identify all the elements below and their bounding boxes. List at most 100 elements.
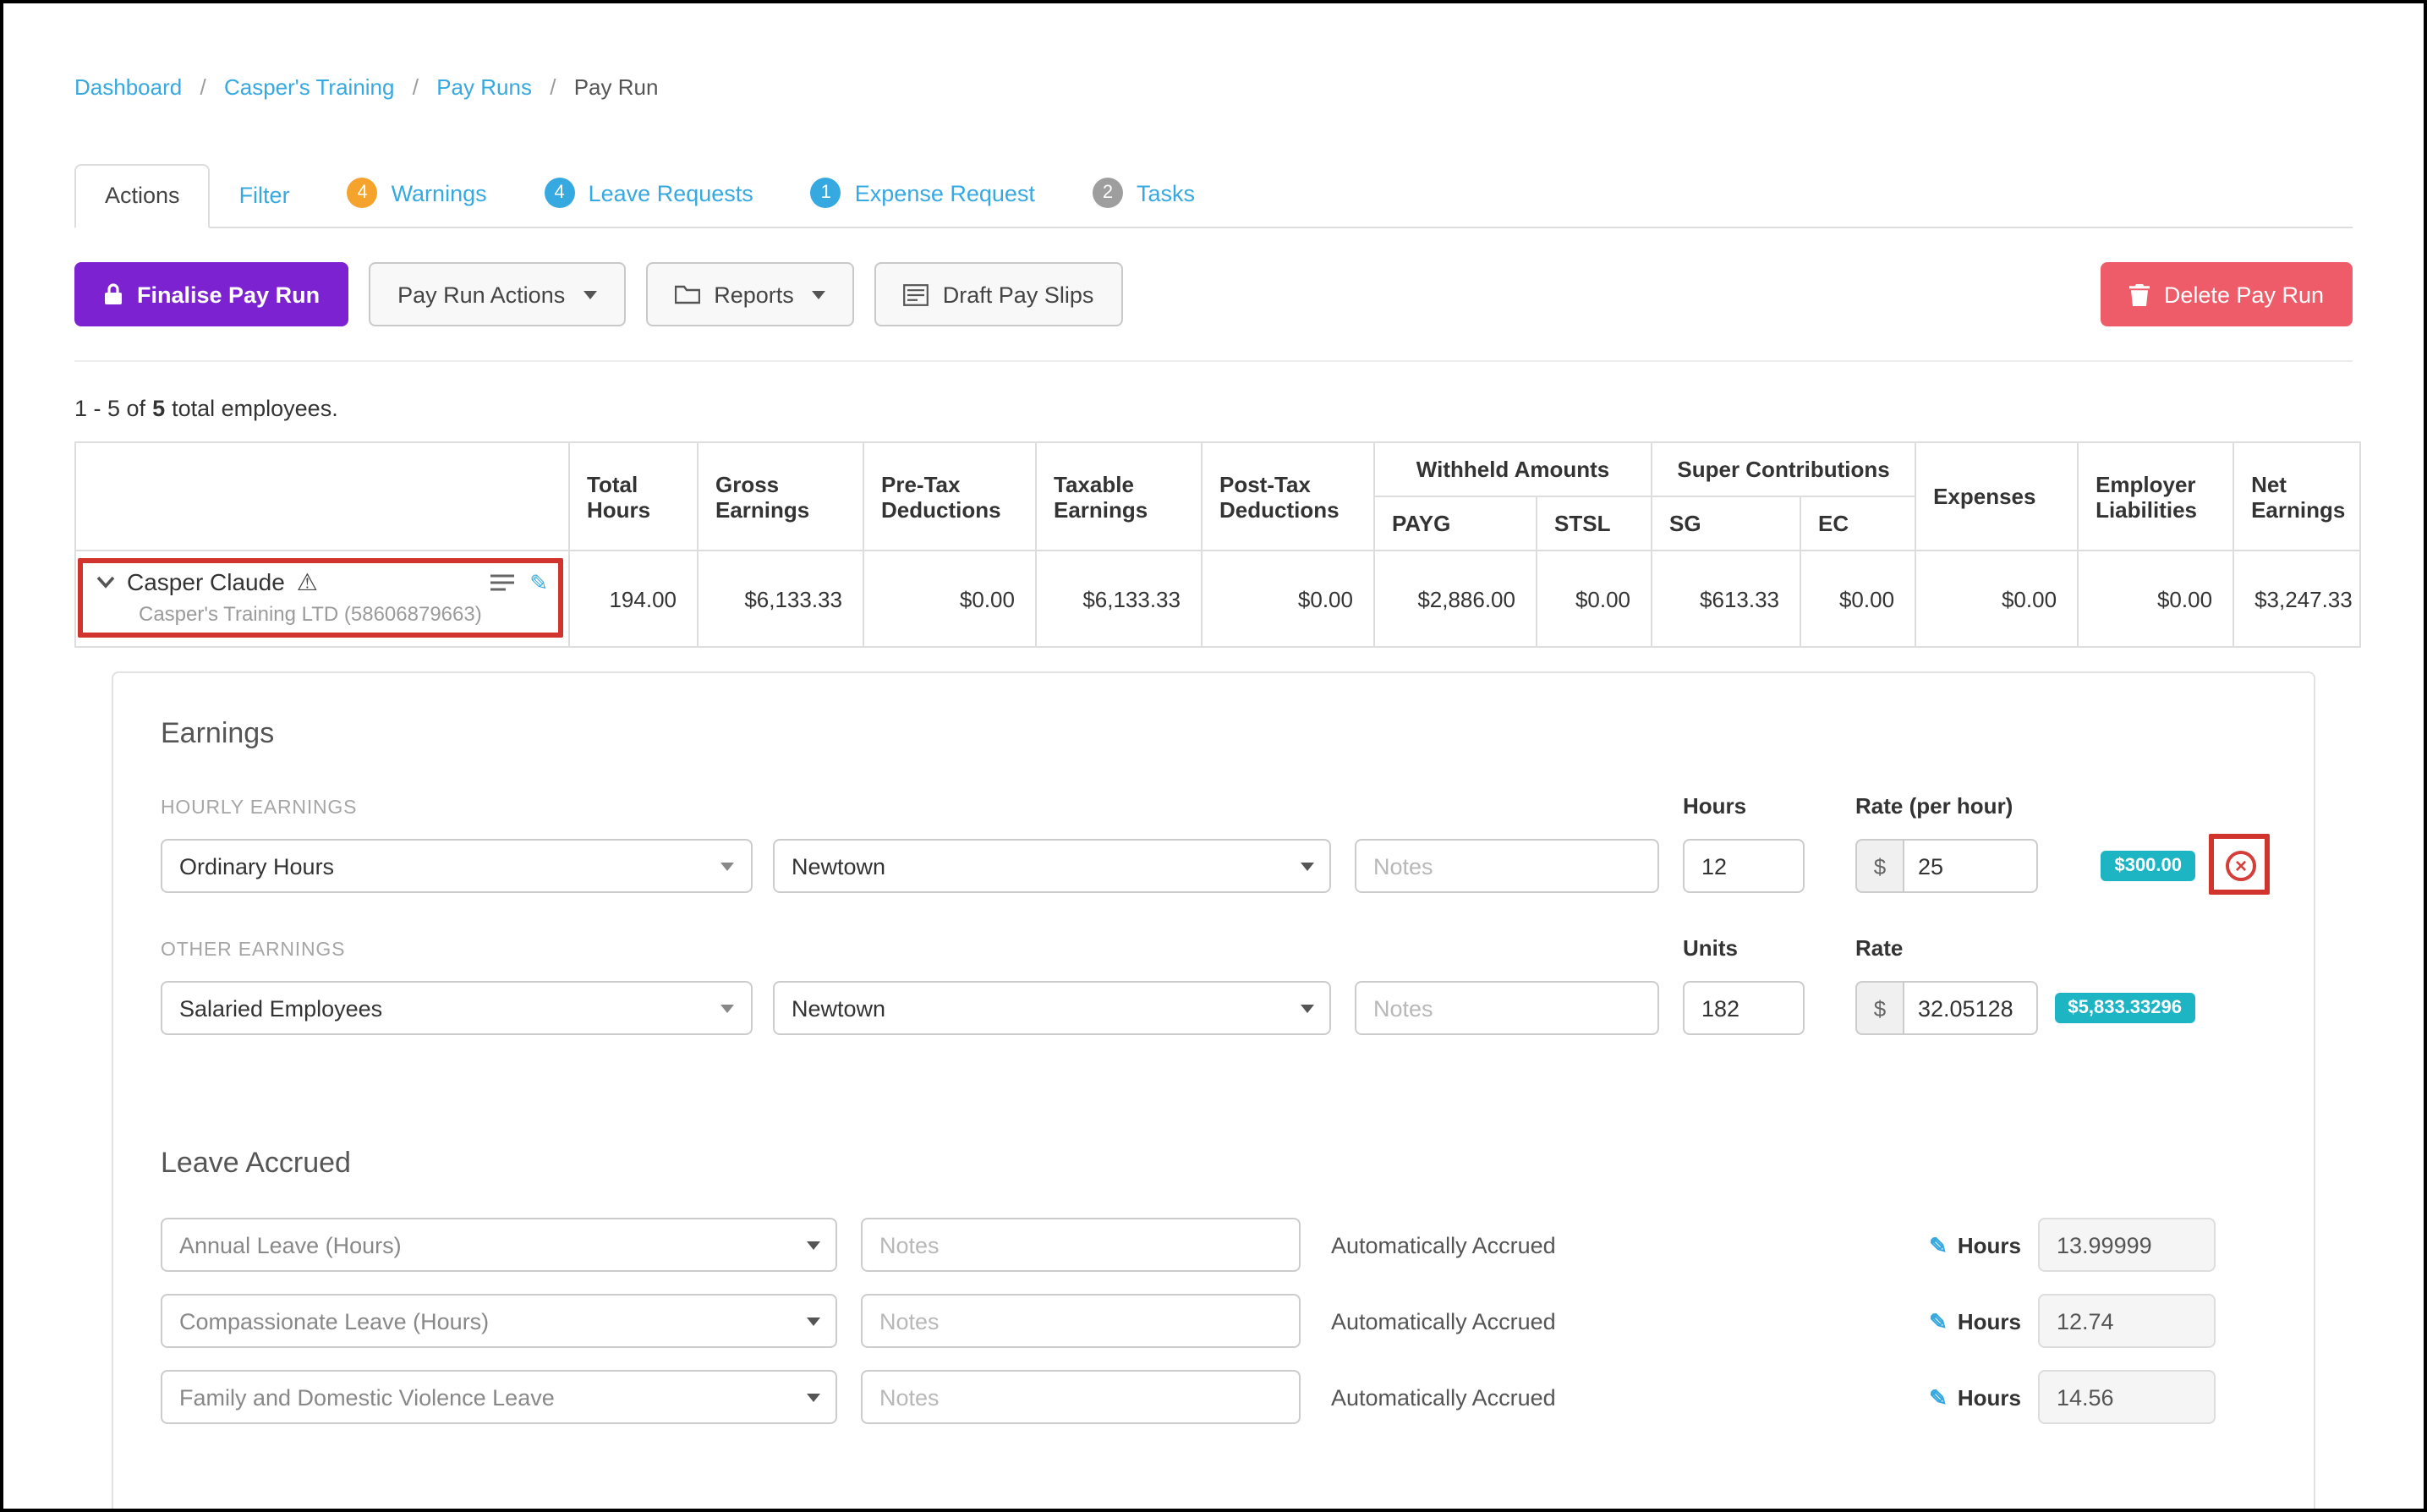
- pre-tax-deductions-header: Pre-Tax Deductions: [863, 442, 1036, 551]
- rate-input[interactable]: [1903, 839, 2038, 893]
- chevron-down-icon: [813, 290, 826, 299]
- leave-notes-input[interactable]: [861, 1370, 1301, 1424]
- units-input[interactable]: [1683, 981, 1805, 1035]
- leave-hours-value[interactable]: [2038, 1294, 2216, 1348]
- employee-name[interactable]: Casper Claude: [127, 568, 285, 595]
- tab-tasks[interactable]: 2 Tasks: [1064, 161, 1224, 227]
- finalise-pay-run-button[interactable]: Finalise Pay Run: [74, 262, 348, 326]
- chevron-down-icon[interactable]: [96, 575, 115, 589]
- gross-earnings-header: Gross Earnings: [698, 442, 863, 551]
- pay-run-actions-button[interactable]: Pay Run Actions: [369, 262, 626, 326]
- rate-input-group: $: [1855, 981, 2038, 1035]
- leave-accrued-row: Compassionate Leave (Hours) Automaticall…: [161, 1294, 2266, 1348]
- tab-filter[interactable]: Filter: [211, 166, 319, 227]
- employer-liabilities-header: Employer Liabilities: [2078, 442, 2233, 551]
- other-earnings-section-label: OTHER EARNINGS: [161, 940, 345, 961]
- lock-icon: [103, 282, 123, 306]
- rate-input-group: $: [1855, 839, 2038, 893]
- earnings-section-title: Earnings: [161, 717, 2266, 751]
- gross-earnings-value: $6,133.33: [698, 551, 863, 647]
- employee-count-summary: 1 - 5 of 5 total employees.: [74, 396, 2353, 421]
- trash-icon: [2130, 283, 2150, 305]
- earning-type-select[interactable]: Ordinary Hours: [161, 839, 753, 893]
- hours-input[interactable]: [1683, 839, 1805, 893]
- rate-column-label: Rate: [1855, 935, 1903, 961]
- employer-liabilities-value: $0.00: [2078, 551, 2233, 647]
- leave-type-select[interactable]: Annual Leave (Hours): [161, 1218, 837, 1272]
- app-window: Dashboard / Casper's Training / Pay Runs…: [0, 0, 2427, 1512]
- edit-pencil-icon[interactable]: ✎: [1929, 1234, 1948, 1256]
- leave-notes-input[interactable]: [861, 1294, 1301, 1348]
- payg-header: PAYG: [1374, 496, 1537, 551]
- sg-value: $613.33: [1652, 551, 1800, 647]
- leave-hours-label: Hours: [1958, 1232, 2021, 1257]
- chevron-down-icon: [720, 862, 734, 870]
- line-total-badge: $300.00: [2101, 851, 2195, 881]
- leave-type-select-wrap: Annual Leave (Hours): [161, 1218, 837, 1272]
- rate-per-hour-column-label: Rate (per hour): [1855, 793, 2013, 819]
- edit-pencil-icon[interactable]: ✎: [1929, 1310, 1948, 1332]
- breadcrumb-pay-runs[interactable]: Pay Runs: [436, 74, 532, 100]
- location-select[interactable]: Newtown: [773, 981, 1331, 1035]
- tab-filter-label: Filter: [239, 183, 290, 208]
- employee-detail-panel: Earnings HOURLY EARNINGS Hours Rate (per…: [112, 671, 2315, 1512]
- breadcrumb-separator: /: [200, 74, 205, 100]
- earning-type-select[interactable]: Salaried Employees: [161, 981, 753, 1035]
- employee-count-total: 5: [152, 396, 165, 421]
- earning-type-value: Salaried Employees: [179, 995, 382, 1021]
- tab-leave-requests-label: Leave Requests: [589, 180, 753, 205]
- edit-pencil-icon[interactable]: ✎: [529, 571, 548, 593]
- withheld-amounts-group-header: Withheld Amounts: [1374, 442, 1652, 496]
- leave-accrued-row: Annual Leave (Hours) Automatically Accru…: [161, 1218, 2266, 1272]
- leave-type-select[interactable]: Family and Domestic Violence Leave: [161, 1370, 837, 1424]
- pay-slip-icon: [904, 283, 929, 305]
- earning-notes-input[interactable]: [1355, 981, 1659, 1035]
- delete-pay-run-label: Delete Pay Run: [2164, 282, 2324, 307]
- stsl-value: $0.00: [1537, 551, 1652, 647]
- automatically-accrued-label: Automatically Accrued: [1331, 1232, 1929, 1257]
- chevron-down-icon: [583, 290, 597, 299]
- leave-hours-value[interactable]: [2038, 1218, 2216, 1272]
- ec-header: EC: [1800, 496, 1915, 551]
- tab-warnings[interactable]: 4 Warnings: [319, 161, 516, 227]
- leave-type-select[interactable]: Compassionate Leave (Hours): [161, 1294, 837, 1348]
- reports-button[interactable]: Reports: [646, 262, 855, 326]
- leave-type-select-wrap: Compassionate Leave (Hours): [161, 1294, 837, 1348]
- pre-tax-deductions-value: $0.00: [863, 551, 1036, 647]
- earning-notes-input[interactable]: [1355, 839, 1659, 893]
- draft-pay-slips-label: Draft Pay Slips: [943, 282, 1094, 307]
- leave-notes-input[interactable]: [861, 1218, 1301, 1272]
- delete-earning-line-icon[interactable]: ×: [2226, 851, 2256, 881]
- leave-hours-label: Hours: [1958, 1308, 2021, 1334]
- leave-type-select-wrap: Family and Domestic Violence Leave: [161, 1370, 837, 1424]
- tab-leave-requests[interactable]: 4 Leave Requests: [516, 161, 782, 227]
- breadcrumb-current: Pay Run: [574, 74, 659, 100]
- taxable-earnings-header: Taxable Earnings: [1036, 442, 1202, 551]
- super-contributions-group-header: Super Contributions: [1652, 442, 1915, 496]
- employee-column-header: [75, 442, 569, 551]
- total-hours-value: 194.00: [569, 551, 698, 647]
- folder-icon: [675, 284, 700, 304]
- employee-name-cell[interactable]: Casper Claude ⚠ ✎ Casper's Training LTD …: [75, 551, 569, 647]
- breadcrumb-business[interactable]: Casper's Training: [224, 74, 395, 100]
- post-tax-deductions-header: Post-Tax Deductions: [1202, 442, 1374, 551]
- edit-pencil-icon[interactable]: ✎: [1929, 1386, 1948, 1408]
- hours-column-label: Hours: [1683, 793, 1746, 819]
- delete-pay-run-button[interactable]: Delete Pay Run: [2101, 262, 2353, 326]
- leave-hours-value[interactable]: [2038, 1370, 2216, 1424]
- rate-input[interactable]: [1903, 981, 2038, 1035]
- tab-expense-request-label: Expense Request: [855, 180, 1035, 205]
- notes-list-icon[interactable]: [490, 572, 514, 591]
- employee-count-range: 1 - 5 of: [74, 396, 145, 421]
- tab-actions[interactable]: Actions: [74, 164, 211, 228]
- currency-symbol: $: [1855, 839, 1903, 893]
- location-select[interactable]: Newtown: [773, 839, 1331, 893]
- taxable-earnings-value: $6,133.33: [1036, 551, 1202, 647]
- tasks-count-badge: 2: [1093, 178, 1123, 208]
- tab-expense-request[interactable]: 1 Expense Request: [782, 161, 1064, 227]
- draft-pay-slips-button[interactable]: Draft Pay Slips: [875, 262, 1123, 326]
- breadcrumb-separator: /: [550, 74, 556, 100]
- automatically-accrued-label: Automatically Accrued: [1331, 1308, 1929, 1334]
- breadcrumb-dashboard[interactable]: Dashboard: [74, 74, 182, 100]
- tab-warnings-label: Warnings: [392, 180, 487, 205]
